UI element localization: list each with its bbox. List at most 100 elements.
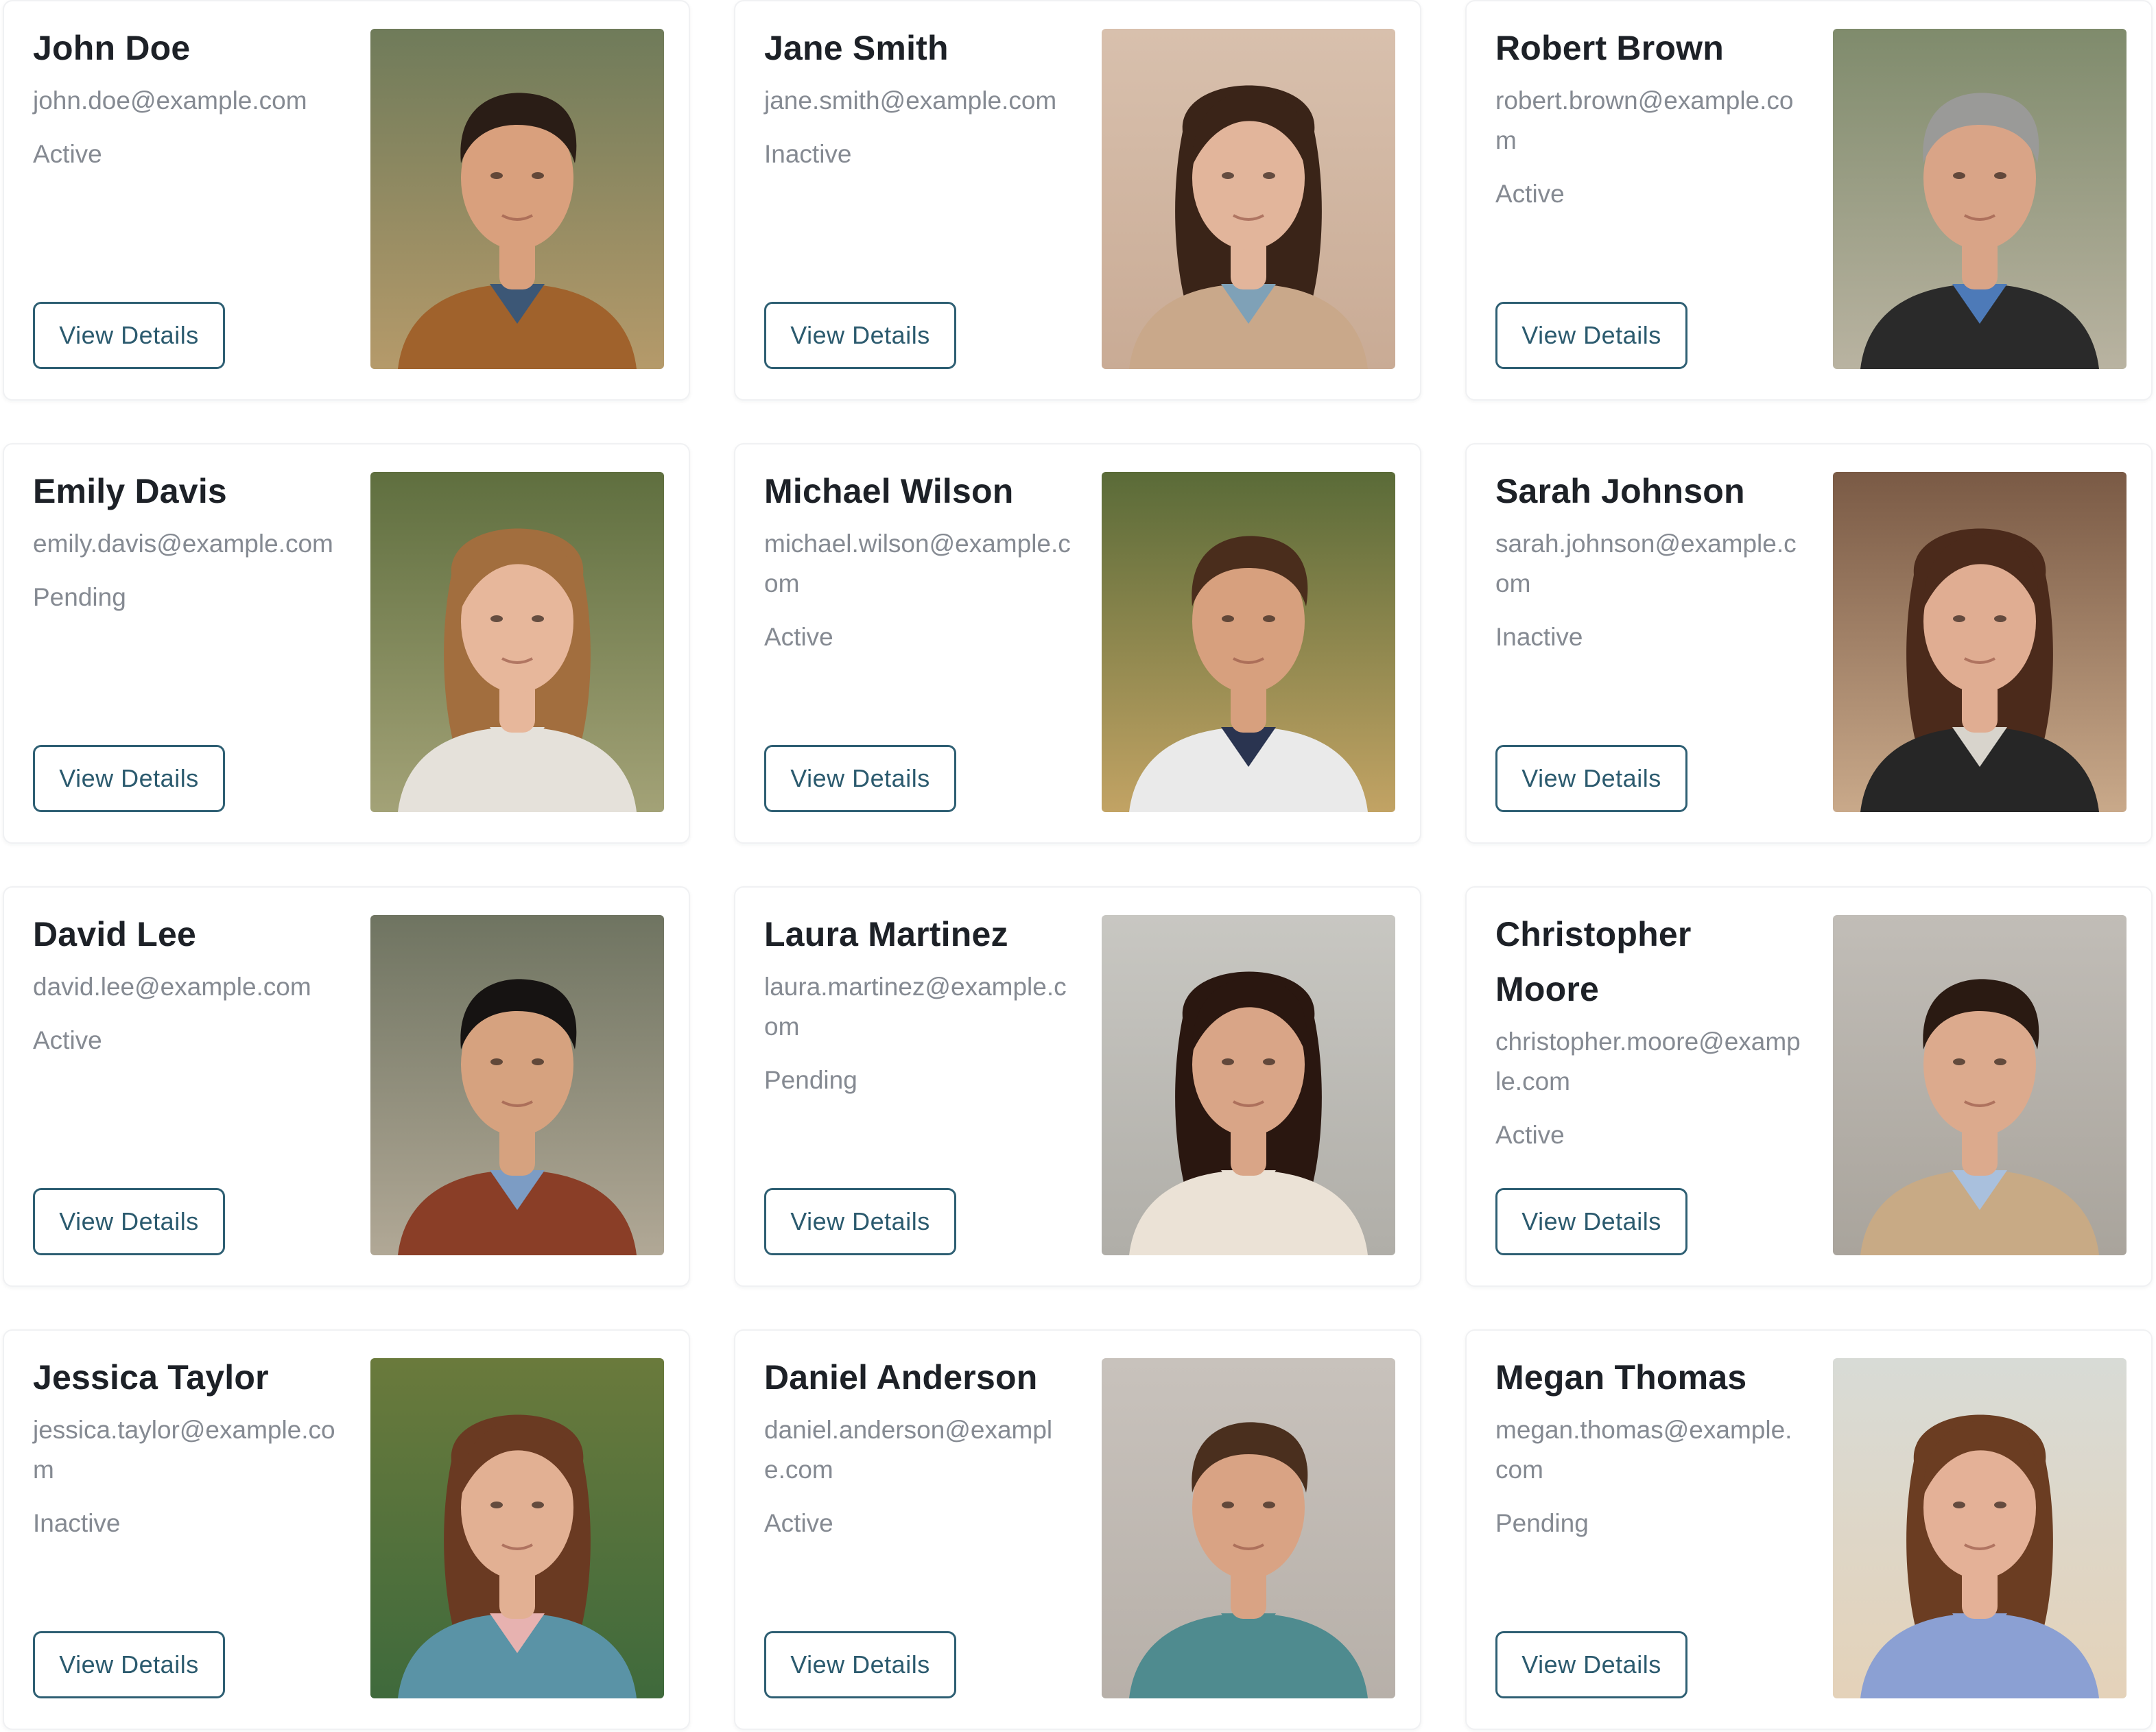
- portrait-eye-left: [490, 615, 503, 622]
- user-name: David Lee: [33, 915, 197, 953]
- portrait-eye-left: [1953, 1058, 1965, 1065]
- user-card: Robert Brown robert.brown@example.com Ac…: [1465, 0, 2153, 401]
- portrait-eye-right: [1263, 1058, 1275, 1065]
- user-email: megan.thomas@example.com: [1495, 1416, 1792, 1484]
- portrait-eye-right: [1994, 1502, 2006, 1508]
- portrait-eye-left: [1222, 1058, 1234, 1065]
- user-status: Active: [33, 140, 102, 168]
- user-card: Daniel Anderson daniel.anderson@example.…: [734, 1329, 1421, 1730]
- portrait-image: [370, 1358, 664, 1698]
- user-name: Christopher Moore: [1495, 915, 1692, 1008]
- user-status: Pending: [33, 583, 126, 611]
- portrait-eye-right: [1994, 172, 2006, 179]
- user-photo: [1102, 915, 1395, 1255]
- user-name: Megan Thomas: [1495, 1358, 1747, 1397]
- portrait-eye-left: [490, 172, 503, 179]
- user-status: Inactive: [1495, 623, 1583, 651]
- view-details-button[interactable]: View Details: [33, 302, 225, 369]
- portrait-eye-right: [1994, 615, 2006, 622]
- user-status: Pending: [1495, 1509, 1589, 1537]
- user-card: Jane Smith jane.smith@example.com Inacti…: [734, 0, 1421, 401]
- user-status: Active: [1495, 180, 1565, 208]
- portrait-eye-left: [1222, 615, 1234, 622]
- portrait-image: [1833, 1358, 2127, 1698]
- user-email: christopher.moore@example.com: [1495, 1028, 1801, 1095]
- portrait-eye-right: [532, 1502, 544, 1508]
- user-name: Jane Smith: [764, 29, 949, 67]
- user-card: Laura Martinez laura.martinez@example.co…: [734, 886, 1421, 1287]
- user-email: daniel.anderson@example.com: [764, 1416, 1053, 1484]
- portrait-image: [1102, 915, 1395, 1255]
- portrait-eye-left: [1953, 615, 1965, 622]
- user-name: Michael Wilson: [764, 472, 1014, 510]
- user-card: David Lee david.lee@example.com Active V…: [3, 886, 690, 1287]
- user-email: michael.wilson@example.com: [764, 530, 1071, 597]
- user-status: Pending: [764, 1066, 857, 1094]
- view-details-button[interactable]: View Details: [764, 1631, 956, 1698]
- portrait-eye-right: [532, 172, 544, 179]
- view-details-button[interactable]: View Details: [1495, 302, 1687, 369]
- portrait-image: [1833, 29, 2127, 369]
- portrait-eye-left: [1222, 1502, 1234, 1508]
- portrait-eye-right: [532, 615, 544, 622]
- portrait-eye-right: [1263, 615, 1275, 622]
- user-status: Inactive: [33, 1509, 121, 1537]
- view-details-button[interactable]: View Details: [33, 1631, 225, 1698]
- view-details-button[interactable]: View Details: [33, 745, 225, 812]
- view-details-button[interactable]: View Details: [33, 1188, 225, 1255]
- user-photo: [1833, 915, 2127, 1255]
- user-photo: [370, 29, 664, 369]
- user-card: Sarah Johnson sarah.johnson@example.com …: [1465, 443, 2153, 844]
- user-email: laura.martinez@example.com: [764, 973, 1067, 1041]
- user-name: Laura Martinez: [764, 915, 1008, 953]
- user-photo: [370, 1358, 664, 1698]
- user-card: Jessica Taylor jessica.taylor@example.co…: [3, 1329, 690, 1730]
- portrait-image: [370, 915, 664, 1255]
- portrait-eye-left: [1953, 172, 1965, 179]
- user-email: john.doe@example.com: [33, 86, 307, 115]
- user-status: Active: [764, 1509, 833, 1537]
- portrait-eye-right: [532, 1058, 544, 1065]
- view-details-button[interactable]: View Details: [1495, 745, 1687, 812]
- portrait-image: [1833, 472, 2127, 812]
- portrait-eye-left: [490, 1502, 503, 1508]
- user-email: jane.smith@example.com: [764, 86, 1057, 115]
- user-card: Christopher Moore christopher.moore@exam…: [1465, 886, 2153, 1287]
- user-photo: [370, 915, 664, 1255]
- portrait-image: [1102, 1358, 1395, 1698]
- portrait-image: [370, 472, 664, 812]
- view-details-button[interactable]: View Details: [764, 302, 956, 369]
- user-card: Michael Wilson michael.wilson@example.co…: [734, 443, 1421, 844]
- user-name: Emily Davis: [33, 472, 227, 510]
- view-details-button[interactable]: View Details: [764, 745, 956, 812]
- user-photo: [1102, 29, 1395, 369]
- view-details-button[interactable]: View Details: [764, 1188, 956, 1255]
- user-photo: [1833, 1358, 2127, 1698]
- user-photo: [370, 472, 664, 812]
- user-email: emily.davis@example.com: [33, 530, 333, 558]
- portrait-image: [370, 29, 664, 369]
- portrait-eye-right: [1263, 1502, 1275, 1508]
- user-email: sarah.johnson@example.com: [1495, 530, 1797, 597]
- view-details-button[interactable]: View Details: [1495, 1188, 1687, 1255]
- user-status: Active: [764, 623, 833, 651]
- portrait-image: [1833, 915, 2127, 1255]
- user-photo: [1102, 472, 1395, 812]
- user-name: Daniel Anderson: [764, 1358, 1038, 1397]
- user-photo: [1833, 472, 2127, 812]
- user-email: jessica.taylor@example.com: [33, 1416, 335, 1484]
- portrait-eye-right: [1994, 1058, 2006, 1065]
- portrait-image: [1102, 29, 1395, 369]
- user-status: Inactive: [764, 140, 852, 168]
- user-name: John Doe: [33, 29, 191, 67]
- portrait-eye-left: [490, 1058, 503, 1065]
- user-card: John Doe john.doe@example.com Active Vie…: [3, 0, 690, 401]
- portrait-eye-left: [1222, 172, 1234, 179]
- user-email: david.lee@example.com: [33, 973, 311, 1001]
- user-card: Emily Davis emily.davis@example.com Pend…: [3, 443, 690, 844]
- user-status: Active: [1495, 1121, 1565, 1149]
- user-name: Jessica Taylor: [33, 1358, 269, 1397]
- user-photo: [1833, 29, 2127, 369]
- user-name: Robert Brown: [1495, 29, 1724, 67]
- view-details-button[interactable]: View Details: [1495, 1631, 1687, 1698]
